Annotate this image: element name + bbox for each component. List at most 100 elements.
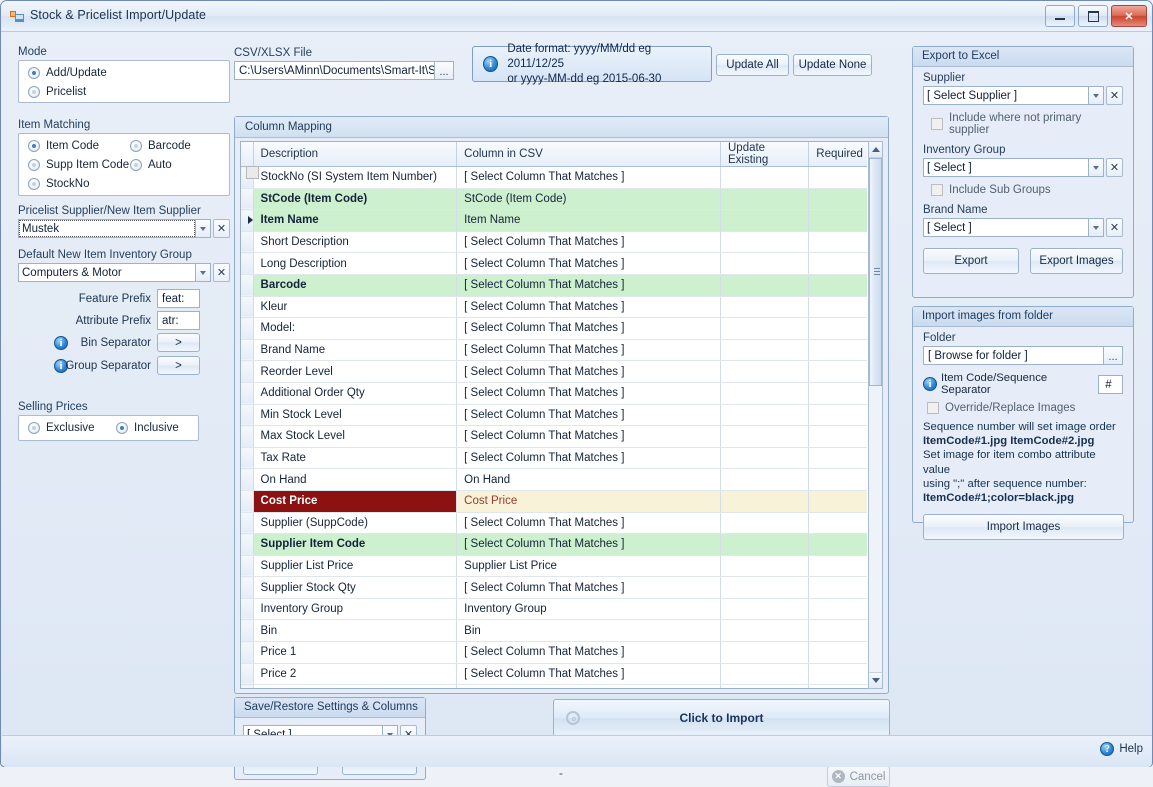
header-required[interactable]: Required: [808, 142, 867, 167]
cell-update-existing[interactable]: [246, 166, 810, 643]
cell-update-existing[interactable]: [246, 166, 810, 599]
table-row[interactable]: Bin Bin: [241, 166, 867, 643]
table-row[interactable]: Supplier Item Code [ Select Column That M…: [241, 166, 867, 556]
cell-column-in-csv[interactable]: [ Select Column That Matches ]: [456, 296, 721, 319]
cell-description[interactable]: Reorder Level: [253, 360, 458, 383]
export-brand-value[interactable]: [ Select ]: [923, 218, 1089, 237]
cell-description[interactable]: Short Description: [253, 231, 458, 254]
cell-column-in-csv[interactable]: [ Select Column That Matches ]: [456, 339, 721, 362]
radio-exclusive[interactable]: Exclusive: [28, 422, 95, 434]
row-selector-cell[interactable]: [241, 252, 254, 275]
chevron-down-icon[interactable]: [1089, 158, 1104, 177]
cell-column-in-csv[interactable]: [ Select Column That Matches ]: [456, 231, 721, 254]
row-selector-cell[interactable]: [241, 360, 254, 383]
row-selector-cell[interactable]: [241, 641, 254, 664]
cell-description[interactable]: Supplier Item Code: [253, 533, 458, 556]
import-images-button[interactable]: Import Images: [923, 514, 1124, 541]
row-selector-cell[interactable]: [241, 317, 254, 340]
cell-update-existing[interactable]: [246, 166, 810, 232]
cell-update-existing[interactable]: [246, 166, 810, 427]
row-selector-cell[interactable]: [241, 684, 254, 688]
table-row[interactable]: Inventory Group Inventory Group: [241, 166, 867, 621]
radio-add-update[interactable]: Add/Update: [28, 67, 229, 79]
cell-description[interactable]: Price 2: [253, 663, 458, 686]
cell-required[interactable]: [246, 166, 867, 189]
cell-update-existing[interactable]: [246, 166, 810, 491]
cell-description[interactable]: Cost Price: [253, 490, 458, 513]
cell-column-in-csv[interactable]: [ Select Column That Matches ]: [456, 425, 721, 448]
cell-column-in-csv[interactable]: [ Select Column That Matches ]: [456, 641, 721, 664]
attribute-prefix-input[interactable]: atr:: [157, 311, 200, 330]
cancel-button[interactable]: ✕ Cancel: [827, 766, 890, 787]
cell-description[interactable]: Supplier (SuppCode): [253, 512, 458, 535]
table-row[interactable]: On Hand On Hand: [241, 166, 867, 491]
chevron-down-icon[interactable]: [1089, 86, 1104, 105]
cell-required[interactable]: [246, 166, 867, 556]
close-button[interactable]: ✕: [1111, 5, 1147, 27]
bin-separator-button[interactable]: >: [157, 333, 200, 352]
cell-required[interactable]: [246, 166, 867, 621]
cell-column-in-csv[interactable]: [ Select Column That Matches ]: [456, 404, 721, 427]
cell-required[interactable]: [246, 166, 867, 319]
cell-column-in-csv[interactable]: [ Select Column That Matches ]: [456, 274, 721, 297]
cell-column-in-csv[interactable]: Supplier List Price: [456, 555, 721, 578]
table-row[interactable]: StCode (Item Code) StCode (Item Code): [241, 166, 867, 211]
cell-update-existing[interactable]: [246, 166, 810, 448]
csv-file-input[interactable]: C:\Users\AMinn\Documents\Smart-It\St...: [234, 61, 435, 80]
maximize-button[interactable]: [1078, 5, 1108, 27]
table-row[interactable]: Kleur[ Select Column That Matches ]: [241, 166, 867, 319]
help-button[interactable]: ? Help: [1100, 742, 1143, 756]
table-row[interactable]: StockNo (SI System Item Number)[ Select …: [241, 166, 867, 189]
export-button[interactable]: Export: [923, 248, 1019, 274]
update-all-button[interactable]: Update All: [716, 54, 789, 76]
table-row[interactable]: Tax Rate[ Select Column That Matches ]: [241, 166, 867, 470]
cell-description[interactable]: Supplier Stock Qty: [253, 576, 458, 599]
export-brand-combo[interactable]: [ Select ] ✕: [923, 218, 1123, 237]
clear-icon[interactable]: ✕: [1106, 86, 1123, 105]
override-replace-images-checkbox[interactable]: Override/Replace Images: [927, 402, 1123, 414]
chevron-down-icon[interactable]: [1089, 218, 1104, 237]
cell-required[interactable]: [246, 166, 867, 688]
cell-update-existing[interactable]: [246, 166, 810, 688]
cell-column-in-csv[interactable]: [ Select Column That Matches ]: [456, 684, 721, 688]
cell-required[interactable]: [246, 166, 867, 643]
cell-description[interactable]: Supplier List Price: [253, 555, 458, 578]
cell-description[interactable]: Model:: [253, 317, 458, 340]
cell-column-in-csv[interactable]: [ Select Column That Matches ]: [456, 252, 721, 275]
folder-input[interactable]: [ Browse for folder ]: [923, 346, 1104, 365]
default-group-combo[interactable]: Computers & Motor ✕: [18, 263, 230, 282]
export-supplier-value[interactable]: [ Select Supplier ]: [923, 86, 1089, 105]
cell-required[interactable]: [246, 166, 867, 232]
row-selector-cell[interactable]: [241, 404, 254, 427]
cell-required[interactable]: [246, 166, 867, 513]
click-to-import-button[interactable]: Click to Import: [553, 699, 890, 737]
cell-update-existing[interactable]: [246, 166, 810, 362]
cell-required[interactable]: [246, 166, 867, 448]
cell-required[interactable]: [246, 166, 867, 254]
cell-required[interactable]: [246, 166, 867, 405]
cell-update-existing[interactable]: [246, 166, 810, 513]
cell-column-in-csv[interactable]: Cost Price: [456, 490, 721, 513]
cell-required[interactable]: [246, 166, 867, 211]
table-row[interactable]: Min Stock Level[ Select Column That Matc…: [241, 166, 867, 427]
cell-description[interactable]: Max Stock Level: [253, 425, 458, 448]
cell-required[interactable]: [246, 166, 867, 535]
cell-update-existing[interactable]: [246, 166, 810, 340]
row-selector-cell[interactable]: [241, 555, 254, 578]
cell-required[interactable]: [246, 166, 867, 427]
clear-icon[interactable]: ✕: [1106, 218, 1123, 237]
pricelist-supplier-combo[interactable]: Mustek ✕: [18, 219, 230, 238]
cell-required[interactable]: [246, 166, 867, 599]
table-row[interactable]: Reorder Level[ Select Column That Matche…: [241, 166, 867, 383]
row-selector-cell[interactable]: [241, 382, 254, 405]
table-row[interactable]: Model:[ Select Column That Matches ]: [241, 166, 867, 340]
cell-required[interactable]: [246, 166, 867, 383]
export-inventory-group-value[interactable]: [ Select ]: [923, 158, 1089, 177]
radio-pricelist[interactable]: Pricelist: [28, 86, 229, 98]
cell-column-in-csv[interactable]: [ Select Column That Matches ]: [456, 317, 721, 340]
cell-update-existing[interactable]: [246, 166, 810, 211]
row-selector-cell[interactable]: [241, 447, 254, 470]
table-row[interactable]: Supplier (SuppCode) [ Select Column That …: [241, 166, 867, 535]
table-row[interactable]: Cost Price Cost Price: [241, 166, 867, 513]
cell-update-existing[interactable]: [246, 166, 810, 405]
